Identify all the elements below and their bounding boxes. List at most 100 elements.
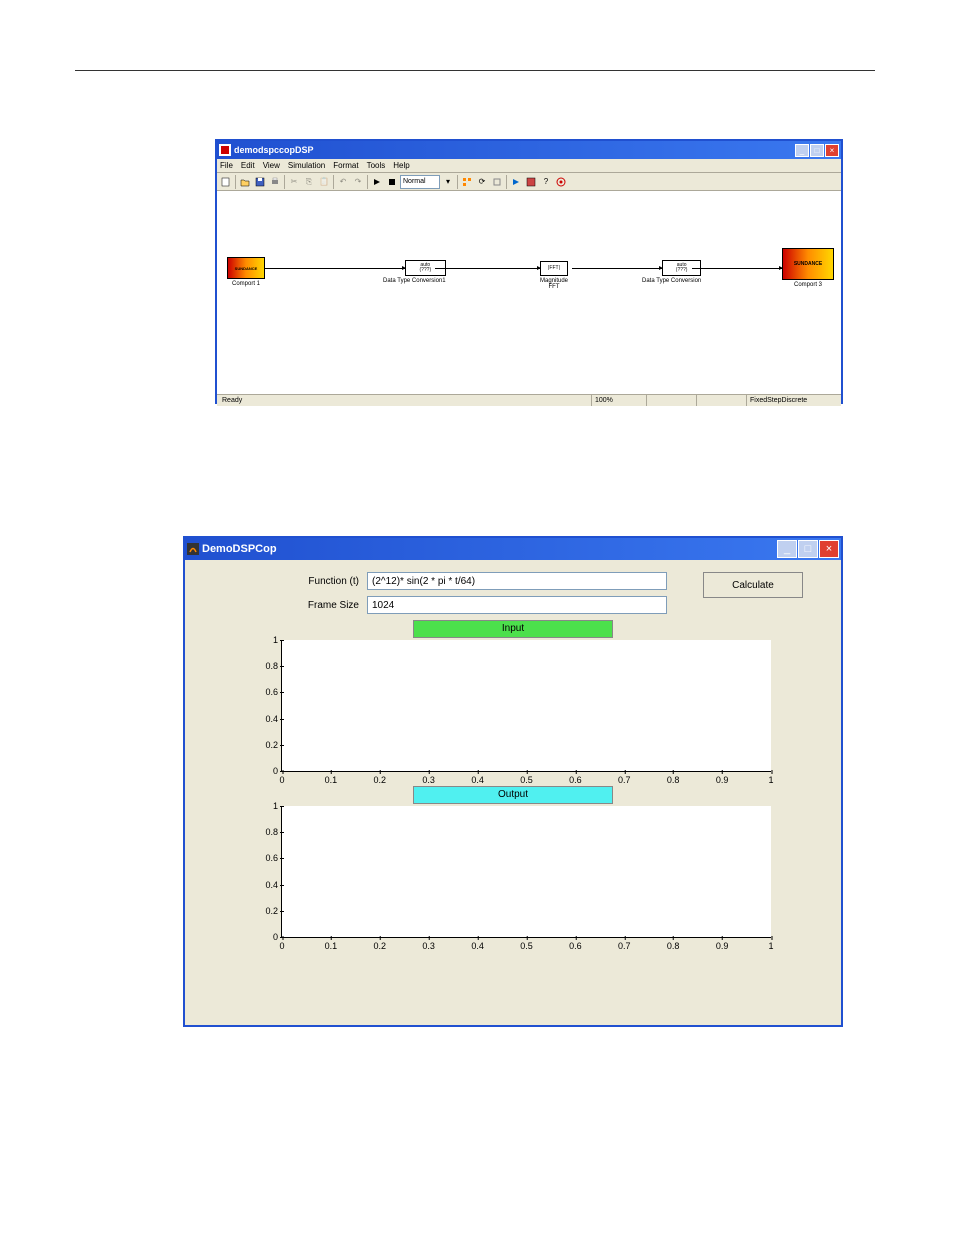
framesize-input[interactable]	[367, 596, 667, 614]
status-cell	[646, 395, 696, 406]
target-icon[interactable]	[554, 175, 568, 189]
titlebar[interactable]: DemoDSPCop _ □ ×	[185, 538, 841, 560]
menubar: File Edit View Simulation Format Tools H…	[217, 159, 841, 173]
ytick: 0.8	[256, 827, 278, 837]
minimize-button[interactable]: _	[795, 144, 809, 157]
close-button[interactable]: ×	[819, 540, 839, 558]
dtc2-block[interactable]: auto (???) Data Type Conversion	[662, 260, 701, 284]
toolbar-separator	[367, 175, 368, 189]
print-button[interactable]	[268, 175, 282, 189]
tool-icon[interactable]	[460, 175, 474, 189]
refresh-icon[interactable]: ⟳	[475, 175, 489, 189]
run-button[interactable]	[370, 175, 384, 189]
xtick: 0.4	[471, 941, 484, 951]
dtc1-block[interactable]: auto (???) Data Type Conversion1	[405, 260, 446, 284]
go-button[interactable]	[509, 175, 523, 189]
statusbar: Ready 100% FixedStepDiscrete	[217, 394, 841, 406]
fft-block[interactable]: |FFT| Magnitude FFT	[540, 261, 568, 290]
toolbar-separator	[333, 175, 334, 189]
copy-button[interactable]: ⎘	[302, 175, 316, 189]
xtick: 0.2	[374, 941, 387, 951]
xtick: 0.9	[716, 941, 729, 951]
menu-view[interactable]: View	[263, 161, 280, 170]
dropdown-arrow[interactable]: ▾	[441, 175, 455, 189]
input-axes[interactable]: 00.20.40.60.8100.10.20.30.40.50.60.70.80…	[281, 640, 771, 772]
app-icon	[219, 144, 231, 156]
maximize-button[interactable]: □	[810, 144, 824, 157]
block-label: Comport 3	[782, 282, 834, 288]
signal-line[interactable]	[435, 268, 540, 269]
simulation-mode-dropdown[interactable]: Normal	[400, 175, 440, 189]
menu-tools[interactable]: Tools	[367, 161, 386, 170]
build-icon[interactable]	[490, 175, 504, 189]
signal-line[interactable]	[572, 268, 662, 269]
window-title: demodspccopDSP	[234, 145, 795, 155]
simulink-window: demodspccopDSP _ □ × File Edit View Simu…	[215, 139, 843, 404]
toolbar-separator	[235, 175, 236, 189]
xtick: 0.7	[618, 775, 631, 785]
status-zoom: 100%	[591, 395, 646, 406]
paste-button[interactable]: 📋	[317, 175, 331, 189]
input-chart: 00.20.40.60.8100.10.20.30.40.50.60.70.80…	[255, 640, 771, 772]
redo-button[interactable]: ↷	[351, 175, 365, 189]
grid-icon[interactable]	[524, 175, 538, 189]
maximize-button[interactable]: □	[798, 540, 818, 558]
horizontal-rule	[75, 70, 875, 71]
sundance-logo: SUNDANCE	[227, 257, 265, 279]
toolbar-separator	[457, 175, 458, 189]
comport1-block[interactable]: SUNDANCE Comport 1	[227, 257, 265, 287]
signal-line[interactable]	[692, 268, 782, 269]
menu-help[interactable]: Help	[393, 161, 409, 170]
xtick: 0	[279, 775, 284, 785]
status-solver: FixedStepDiscrete	[746, 395, 841, 406]
toolbar: ✂ ⎘ 📋 ↶ ↷ Normal ▾ ⟳ ?	[217, 173, 841, 191]
xtick: 0.4	[471, 775, 484, 785]
block-box: |FFT|	[540, 261, 568, 276]
comport3-block[interactable]: SUNDANCE Comport 3	[782, 248, 834, 288]
ytick: 0.4	[256, 880, 278, 890]
output-axes[interactable]: 00.20.40.60.8100.10.20.30.40.50.60.70.80…	[281, 806, 771, 938]
ytick: 1	[256, 801, 278, 811]
ytick: 0.2	[256, 906, 278, 916]
block-label: Data Type Conversion1	[383, 278, 446, 284]
minimize-button[interactable]: _	[777, 540, 797, 558]
open-button[interactable]	[238, 175, 252, 189]
demodspccop-window: DemoDSPCop _ □ × Function (t) Frame Size…	[183, 536, 843, 1027]
block-label: Data Type Conversion	[642, 278, 701, 284]
xtick: 0.3	[422, 775, 435, 785]
output-chart: 00.20.40.60.8100.10.20.30.40.50.60.70.80…	[255, 806, 771, 938]
calculate-button[interactable]: Calculate	[703, 572, 803, 598]
function-input[interactable]	[367, 572, 667, 590]
status-ready: Ready	[217, 395, 247, 406]
help-icon[interactable]: ?	[539, 175, 553, 189]
ytick: 0.6	[256, 687, 278, 697]
window-content: Function (t) Frame Size Calculate Input …	[185, 560, 841, 960]
undo-button[interactable]: ↶	[336, 175, 350, 189]
menu-simulation[interactable]: Simulation	[288, 161, 325, 170]
new-button[interactable]	[219, 175, 233, 189]
menu-format[interactable]: Format	[333, 161, 358, 170]
xtick: 0.7	[618, 941, 631, 951]
xtick: 0.5	[520, 775, 533, 785]
stop-button[interactable]	[385, 175, 399, 189]
cut-button[interactable]: ✂	[287, 175, 301, 189]
signal-line[interactable]	[265, 268, 405, 269]
menu-file[interactable]: File	[220, 161, 233, 170]
menu-edit[interactable]: Edit	[241, 161, 255, 170]
xtick: 0.6	[569, 775, 582, 785]
function-label: Function (t)	[207, 576, 367, 587]
xtick: 0.9	[716, 775, 729, 785]
status-cell	[696, 395, 746, 406]
close-button[interactable]: ×	[825, 144, 839, 157]
ytick: 0	[256, 932, 278, 942]
xtick: 0.8	[667, 775, 680, 785]
xtick: 0	[279, 941, 284, 951]
save-button[interactable]	[253, 175, 267, 189]
xtick: 0.5	[520, 941, 533, 951]
titlebar[interactable]: demodspccopDSP _ □ ×	[217, 141, 841, 159]
model-canvas[interactable]: SUNDANCE Comport 1 auto (???) Data Type …	[217, 191, 841, 394]
xtick: 1	[768, 941, 773, 951]
matlab-icon	[187, 543, 199, 555]
xtick: 0.8	[667, 941, 680, 951]
input-legend: Input	[413, 620, 613, 638]
